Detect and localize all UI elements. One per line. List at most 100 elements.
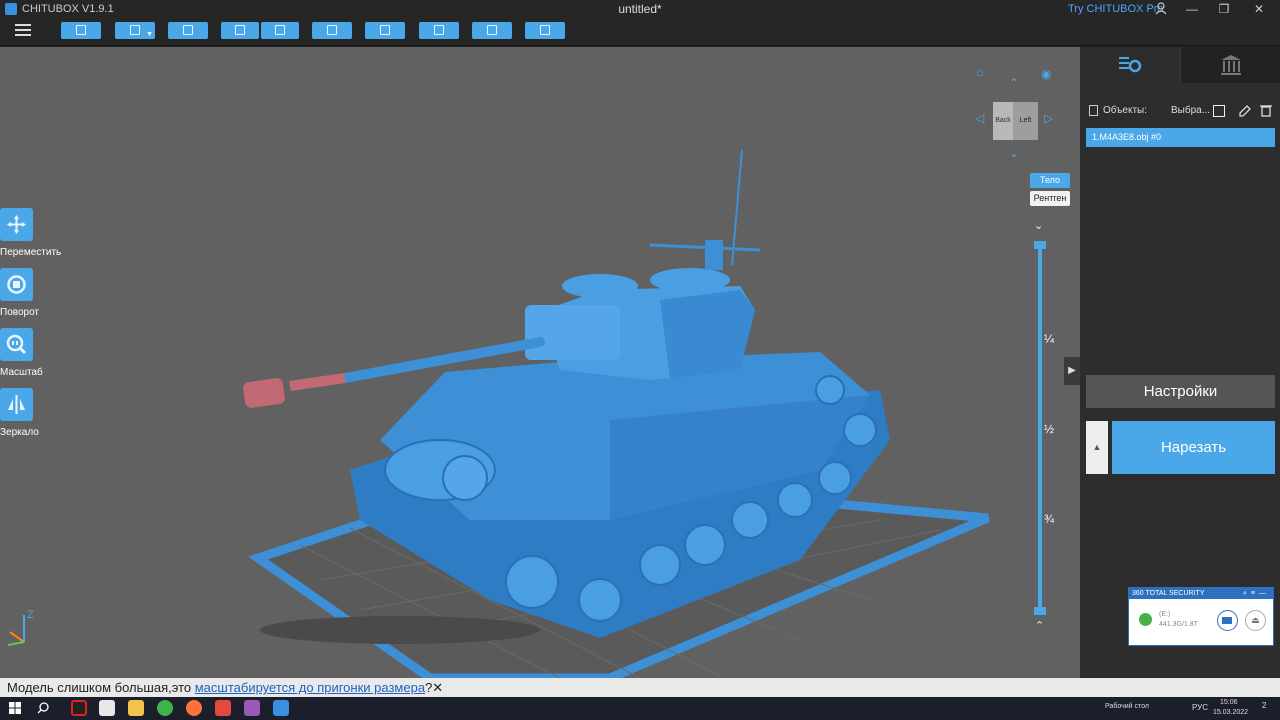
clock-date[interactable]: 15.03.2022 [1213, 709, 1248, 716]
rotate-left-icon[interactable]: ◁ [975, 112, 984, 124]
tool-move[interactable]: Переместить [0, 208, 62, 258]
rotate-right-icon[interactable]: ▷ [1044, 112, 1053, 124]
store-icon[interactable] [99, 700, 115, 716]
mirror-tool-button[interactable] [0, 388, 33, 421]
folder-icon [76, 25, 86, 35]
chrome-icon[interactable] [157, 700, 173, 716]
hollow-icon [434, 25, 444, 35]
slider-mark-half: ½ [1044, 422, 1055, 436]
panel-collapse-button[interactable]: ▶ [1064, 357, 1080, 385]
clock-time[interactable]: 15:06 [1220, 699, 1238, 706]
settings-button[interactable]: Настройки [1086, 375, 1275, 408]
rotate-down-icon[interactable]: ⌄ [1009, 147, 1019, 159]
tab-settings[interactable] [1080, 47, 1180, 83]
screenshot-button[interactable] [168, 22, 208, 39]
close-button[interactable]: ✕ [1244, 0, 1274, 18]
layer-slider-track[interactable] [1038, 244, 1042, 614]
open-file-button[interactable] [61, 22, 101, 39]
project-button[interactable] [312, 22, 352, 39]
cube-face-left[interactable]: Left [1013, 102, 1038, 140]
layer-slider-bottom-handle[interactable] [1034, 607, 1046, 615]
scale-to-fit-link[interactable]: масштабируется до пригонки размера [195, 680, 425, 695]
move-tool-button[interactable] [0, 208, 33, 241]
security-popup-header: 360 TOTAL SECURITY ⌕≡— [1129, 588, 1273, 599]
select-all-checkbox[interactable] [1213, 105, 1225, 117]
model-shadow [260, 616, 540, 644]
import-button[interactable] [221, 22, 259, 39]
mirror-tool-label: Зеркало [0, 427, 39, 438]
delete-icon[interactable] [1260, 104, 1272, 117]
support-button[interactable] [365, 22, 405, 39]
scene-canvas[interactable]: Z [0, 47, 1080, 678]
tool-rotate[interactable]: Поворот [0, 268, 62, 318]
export-button[interactable] [261, 22, 299, 39]
search-icon[interactable] [37, 702, 49, 714]
move-icon [7, 215, 26, 234]
rotate-tool-button[interactable] [0, 268, 33, 301]
eye-view-icon[interactable]: ◉ [1041, 68, 1051, 80]
body-view-button[interactable]: Тело [1030, 173, 1070, 188]
object-list-item[interactable]: 1.M4A3E8.obj #0 [1086, 128, 1275, 147]
language-indicator[interactable]: РУС [1192, 703, 1208, 712]
tool-mirror[interactable]: Зеркало [0, 388, 62, 438]
save-icon [130, 25, 140, 35]
file-explorer-icon[interactable] [128, 700, 144, 716]
save-button[interactable]: ▼ [115, 22, 155, 39]
rotate-up-icon[interactable]: ⌃ [1009, 77, 1019, 89]
screenshot-icon [183, 25, 193, 35]
mirror-icon [8, 395, 25, 414]
select-all-label[interactable]: Выбра... [1171, 105, 1210, 116]
import-icon [235, 25, 245, 35]
hamburger-menu-icon[interactable] [15, 24, 31, 38]
tool-scale[interactable]: Масштаб [0, 328, 62, 378]
rotate-icon [7, 275, 26, 294]
tab-library[interactable] [1180, 47, 1280, 83]
side-panel: Объекты: Выбра... 1.M4A3E8.obj #0 ▶ Наст… [1064, 47, 1280, 678]
app-red-icon[interactable] [71, 700, 87, 716]
slice-button[interactable]: Нарезать [1112, 421, 1275, 474]
home-view-icon[interactable]: ⌂ [976, 66, 983, 78]
cube-face-back[interactable]: Back [993, 102, 1013, 140]
try-pro-link[interactable]: Try CHITUBOX Pro [1068, 3, 1164, 15]
xray-view-button[interactable]: Рентген [1030, 191, 1070, 206]
notification-count[interactable]: 2 [1262, 701, 1266, 710]
slider-mark-three-quarters: ¾ [1044, 512, 1055, 526]
move-tool-label: Переместить [0, 247, 62, 258]
layer-slider-top-handle[interactable] [1034, 241, 1046, 249]
app-grid-icon[interactable] [244, 700, 260, 716]
windows-start-icon[interactable] [9, 702, 21, 714]
open-folder-button[interactable] [1217, 610, 1238, 631]
3d-viewport[interactable]: Z Переместить Поворот Масштаб Зеркало ⌂ … [0, 47, 1080, 678]
rotate-tool-label: Поворот [0, 307, 39, 318]
edit-icon[interactable] [1239, 105, 1251, 117]
axis-gizmo: Z [7, 609, 34, 646]
security-popup: 360 TOTAL SECURITY ⌕≡— (E:) 441.3G/1.8T … [1128, 587, 1274, 646]
slice-options-button[interactable]: ▲ [1086, 421, 1108, 474]
hollow-button[interactable] [419, 22, 459, 39]
desktop-label[interactable]: Рабочий стол [1105, 703, 1149, 710]
user-icon[interactable] [1154, 1, 1168, 15]
firefox-icon[interactable] [186, 700, 202, 716]
pixel-button[interactable] [472, 22, 512, 39]
app-orange-icon[interactable] [215, 700, 231, 716]
chitubox-taskbar-icon[interactable] [273, 700, 289, 716]
security-popup-controls[interactable]: ⌕≡— [1243, 588, 1270, 599]
status-close-icon[interactable]: ✕ [432, 680, 443, 695]
chevron-down-icon[interactable]: ▼ [146, 31, 153, 38]
folder-icon [1222, 617, 1232, 624]
slider-top-chevron-icon[interactable]: ⌄ [1034, 219, 1043, 232]
package-button[interactable] [525, 22, 565, 39]
navigation-cube[interactable]: Back Left [993, 102, 1038, 140]
slider-mark-quarter: ¼ [1044, 332, 1055, 346]
pixel-icon [487, 25, 497, 35]
scale-tool-button[interactable] [0, 328, 33, 361]
package-icon [540, 25, 550, 35]
maximize-button[interactable]: ❐ [1209, 0, 1239, 18]
list-icon [327, 25, 337, 35]
drive-usage: 441.3G/1.8T [1159, 621, 1198, 628]
status-message: Модель слишком большая,это [7, 680, 195, 695]
slider-bottom-chevron-icon[interactable]: ⌃ [1035, 619, 1044, 632]
support-icon [380, 25, 390, 35]
eject-button[interactable]: ⏏ [1245, 610, 1266, 631]
minimize-button[interactable]: — [1177, 0, 1207, 18]
